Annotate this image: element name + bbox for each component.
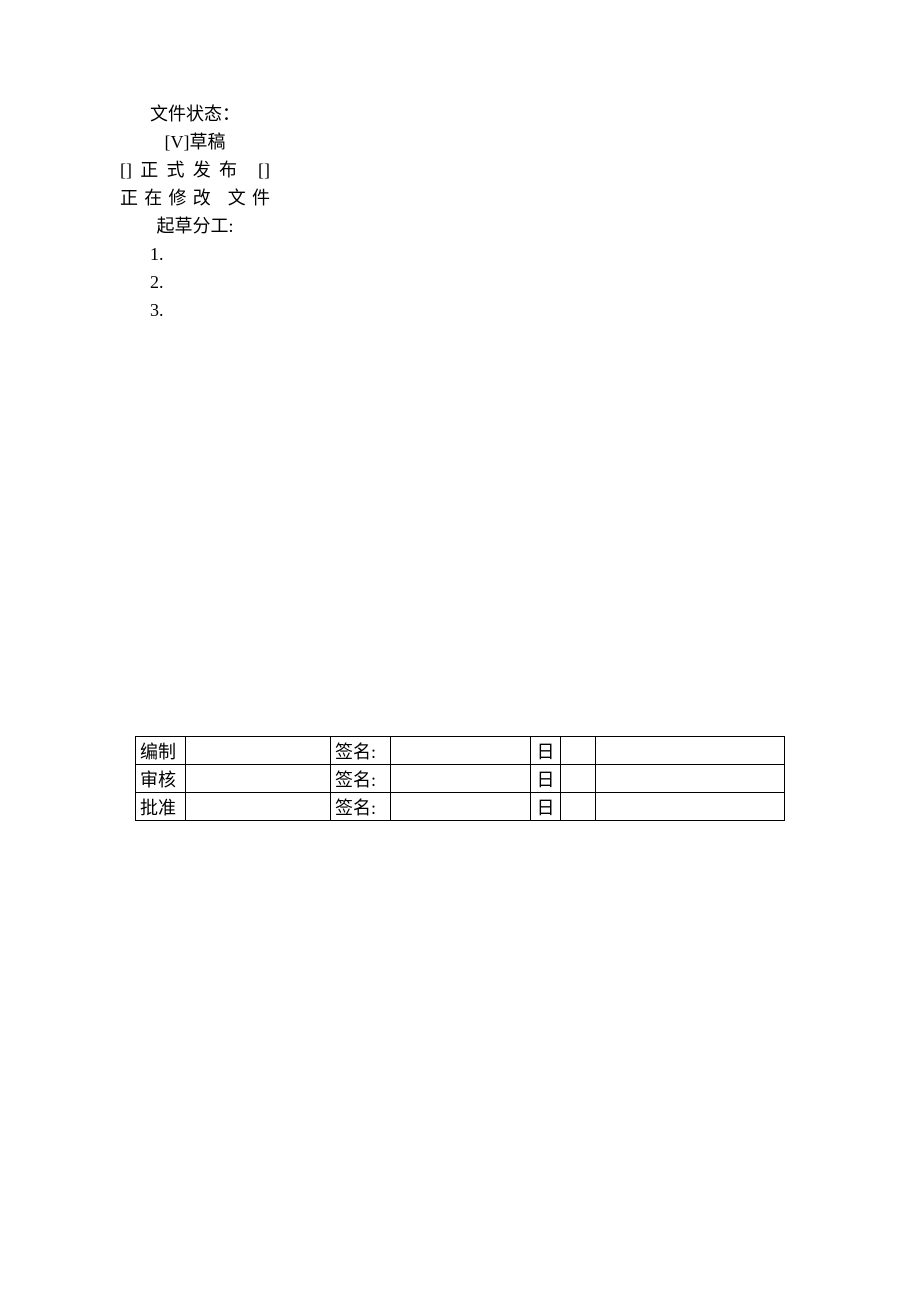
role-cell: 批准 <box>136 793 186 821</box>
draft-item-3: 3. <box>120 296 270 324</box>
empty-cell <box>186 793 331 821</box>
empty-cell <box>596 793 785 821</box>
sign-label-cell: 签名: <box>331 765 391 793</box>
table-row: 审核 签名: 日 <box>136 765 785 793</box>
empty-cell <box>186 765 331 793</box>
status-draft: [V]草稿 <box>120 128 270 156</box>
empty-cell <box>561 737 596 765</box>
status-publish-line: []正式发布 [] <box>120 156 270 184</box>
date-label-cell: 日 <box>531 793 561 821</box>
table-row: 批准 签名: 日 <box>136 793 785 821</box>
draft-item-2: 2. <box>120 268 270 296</box>
empty-cell <box>596 765 785 793</box>
sign-value-cell <box>391 737 531 765</box>
sign-value-cell <box>391 793 531 821</box>
role-cell: 编制 <box>136 737 186 765</box>
empty-cell <box>186 737 331 765</box>
date-label-cell: 日 <box>531 737 561 765</box>
empty-cell <box>561 765 596 793</box>
empty-cell <box>561 793 596 821</box>
table-row: 编制 签名: 日 <box>136 737 785 765</box>
draft-item-1: 1. <box>120 240 270 268</box>
empty-cell <box>596 737 785 765</box>
sign-label-cell: 签名: <box>331 793 391 821</box>
status-title: 文件状态： <box>120 100 270 128</box>
status-modify-line: 正在修改 文件 <box>120 184 270 212</box>
signature-table: 编制 签名: 日 审核 签名: 日 批准 签名: 日 <box>135 736 785 821</box>
status-draft-division: 起草分工: <box>120 212 270 240</box>
sign-label-cell: 签名: <box>331 737 391 765</box>
role-cell: 审核 <box>136 765 186 793</box>
date-label-cell: 日 <box>531 765 561 793</box>
file-status-block: 文件状态： [V]草稿 []正式发布 [] 正在修改 文件 起草分工: 1. 2… <box>120 100 270 324</box>
sign-value-cell <box>391 765 531 793</box>
